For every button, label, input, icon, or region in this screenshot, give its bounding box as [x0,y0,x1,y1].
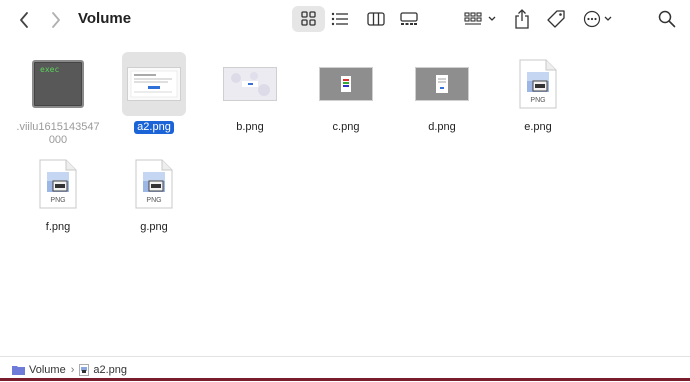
window-title: Volume [78,10,132,27]
file-thumbnail: PNG [26,152,90,216]
folder-icon [12,365,25,375]
file-name: e.png [524,121,552,133]
file-item[interactable]: d.png [394,52,490,134]
screenshot-thumbnail-icon [223,67,277,101]
png-file-icon: PNG [135,159,173,209]
columns-icon [367,12,385,26]
file-item[interactable]: c.png [298,52,394,134]
file-name: a2.png [134,121,174,134]
png-file-icon: PNG [519,59,557,109]
forward-button[interactable] [46,10,66,30]
search-icon [658,10,676,28]
file-thumbnail [218,52,282,116]
gallery-view-button[interactable] [397,8,421,30]
screenshot-thumbnail-icon [127,67,181,101]
file-name: .viilu1615143547000 [16,121,100,146]
list-icon [331,12,348,26]
file-thumbnail: PNG [122,152,186,216]
toolbar: Volume [0,0,690,40]
list-view-button[interactable] [328,8,352,30]
back-button[interactable] [14,10,34,30]
file-item[interactable]: PNG e.png [490,52,586,134]
file-thumbnail: PNG [506,52,570,116]
file-name: g.png [140,221,168,233]
path-item-label: Volume [29,363,66,376]
file-grid: exec .viilu1615143547000 a2.png b.png c.… [0,40,690,355]
svg-text:PNG: PNG [50,197,65,204]
path-item-label: a2.png [93,363,128,376]
grid-icon [301,11,316,26]
more-icon [583,10,612,28]
file-item[interactable]: b.png [202,52,298,134]
screenshot-thumbnail-icon [415,67,469,101]
column-view-button[interactable] [364,8,388,30]
file-item[interactable]: exec .viilu1615143547000 [10,52,106,147]
icon-view-button[interactable] [292,6,325,32]
file-item[interactable]: PNG g.png [106,152,202,234]
tag-icon [547,10,565,28]
file-item-selected[interactable]: a2.png [106,52,202,134]
file-thumbnail [314,52,378,116]
group-icon [464,12,496,25]
file-name: f.png [45,221,71,233]
chevron-left-icon [20,12,28,28]
file-name: b.png [236,121,264,133]
share-button[interactable] [510,7,534,31]
svg-text:PNG: PNG [146,197,161,204]
exec-file-icon: exec [32,60,84,108]
more-actions-button[interactable] [582,8,616,30]
path-separator: › [70,363,75,376]
share-icon [515,9,529,29]
path-item-file[interactable]: a2.png [79,364,127,376]
file-thumbnail: exec [26,52,90,116]
png-file-icon: PNG [39,159,77,209]
path-item-volume[interactable]: Volume [12,364,66,376]
file-name: d.png [428,121,456,133]
screenshot-thumbnail-icon [319,67,373,101]
chevron-right-icon [52,12,60,28]
file-thumbnail [410,52,474,116]
file-item[interactable]: PNG f.png [10,152,106,234]
gallery-icon [400,12,418,25]
svg-text:PNG: PNG [530,97,545,104]
group-button[interactable] [463,8,499,30]
image-file-icon [79,363,90,376]
tag-button[interactable] [543,7,569,31]
file-thumbnail [122,52,186,116]
file-name: c.png [332,121,360,133]
search-button[interactable] [656,8,678,30]
